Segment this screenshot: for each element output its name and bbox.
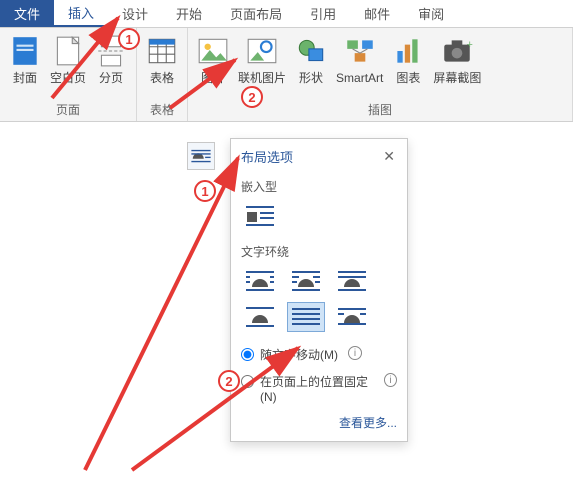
section-wrap-label: 文字环绕 bbox=[241, 243, 397, 260]
group-pages: 封面 空白页 分页 页面 bbox=[0, 28, 137, 121]
annotation-badge-top-1: 1 bbox=[118, 28, 140, 50]
shapes-icon bbox=[294, 34, 328, 68]
tab-design[interactable]: 设计 bbox=[108, 0, 162, 27]
group-tables: 表格 表格 bbox=[137, 28, 188, 121]
chart-icon bbox=[391, 34, 425, 68]
radio-label: 在页面上的位置固定(N) bbox=[260, 373, 374, 404]
cmd-table[interactable]: 表格 bbox=[141, 30, 183, 87]
cmd-shapes[interactable]: 形状 bbox=[290, 30, 332, 87]
see-more-link[interactable]: 查看更多... bbox=[241, 414, 397, 431]
panel-title: 布局选项 bbox=[241, 147, 293, 166]
wrap-text-icon bbox=[190, 147, 212, 165]
cmd-label: 联机图片 bbox=[238, 71, 286, 85]
tab-file[interactable]: 文件 bbox=[0, 0, 54, 27]
cmd-label: 分页 bbox=[99, 71, 123, 85]
radio-fixed-on-page[interactable]: 在页面上的位置固定(N) i bbox=[241, 373, 397, 404]
radio-move-input[interactable] bbox=[241, 348, 254, 361]
svg-text:+: + bbox=[467, 39, 473, 51]
group-label-pages: 页面 bbox=[4, 99, 132, 121]
smartart-icon bbox=[343, 34, 377, 68]
radio-fixed-input[interactable] bbox=[241, 375, 254, 388]
wrap-square[interactable] bbox=[241, 266, 279, 296]
cmd-smartart[interactable]: SmartArt bbox=[332, 30, 387, 87]
cmd-screenshot[interactable]: + 屏幕截图 bbox=[429, 30, 485, 87]
tab-references[interactable]: 引用 bbox=[296, 0, 350, 27]
wrap-inline[interactable] bbox=[241, 201, 279, 231]
cmd-label: 图片 bbox=[201, 71, 225, 85]
wrap-behind[interactable] bbox=[287, 302, 325, 332]
info-icon[interactable]: i bbox=[348, 346, 362, 360]
picture-icon bbox=[196, 34, 230, 68]
layout-options-bubble[interactable] bbox=[187, 142, 215, 170]
section-inline-label: 嵌入型 bbox=[241, 178, 397, 195]
cmd-label: 表格 bbox=[150, 71, 174, 85]
wrap-infront[interactable] bbox=[333, 302, 371, 332]
table-icon bbox=[145, 34, 179, 68]
info-icon[interactable]: i bbox=[384, 373, 397, 387]
cmd-label: 形状 bbox=[299, 71, 323, 85]
cmd-cover-page[interactable]: 封面 bbox=[4, 30, 46, 87]
close-icon[interactable]: ✕ bbox=[381, 148, 397, 165]
radio-label: 随文字移动(M) bbox=[260, 346, 338, 363]
group-label-tables: 表格 bbox=[141, 99, 183, 121]
tab-review[interactable]: 审阅 bbox=[404, 0, 458, 27]
ribbon-body: 封面 空白页 分页 页面 表格 bbox=[0, 28, 573, 122]
blank-page-icon bbox=[51, 34, 85, 68]
tab-insert[interactable]: 插入 bbox=[54, 0, 108, 27]
cmd-label: 空白页 bbox=[50, 71, 86, 85]
cmd-online-picture[interactable]: 联机图片 bbox=[234, 30, 290, 87]
online-picture-icon bbox=[245, 34, 279, 68]
screenshot-icon: + bbox=[440, 34, 474, 68]
cmd-label: 图表 bbox=[396, 71, 420, 85]
cmd-label: 屏幕截图 bbox=[433, 71, 481, 85]
layout-options-panel: 布局选项 ✕ 嵌入型 文字环绕 随文字移动(M) bbox=[230, 138, 408, 442]
position-radios: 随文字移动(M) i 在页面上的位置固定(N) i bbox=[241, 346, 397, 404]
cmd-picture[interactable]: 图片 bbox=[192, 30, 234, 87]
cmd-label: SmartArt bbox=[336, 71, 383, 85]
tab-home[interactable]: 开始 bbox=[162, 0, 216, 27]
annotation-badge-top-2: 2 bbox=[241, 86, 263, 108]
cmd-chart[interactable]: 图表 bbox=[387, 30, 429, 87]
wrap-topbottom[interactable] bbox=[241, 302, 279, 332]
ribbon-tabs: 文件 插入 设计 开始 页面布局 引用 邮件 审阅 bbox=[0, 0, 573, 28]
wrap-tight[interactable] bbox=[287, 266, 325, 296]
tab-page-layout[interactable]: 页面布局 bbox=[216, 0, 296, 27]
annotation-badge-panel-2: 2 bbox=[218, 370, 240, 392]
annotation-badge-panel-1: 1 bbox=[194, 180, 216, 202]
wrap-through[interactable] bbox=[333, 266, 371, 296]
cmd-blank-page[interactable]: 空白页 bbox=[46, 30, 90, 87]
tab-mail[interactable]: 邮件 bbox=[350, 0, 404, 27]
cover-page-icon bbox=[8, 34, 42, 68]
cmd-label: 封面 bbox=[13, 71, 37, 85]
group-illustrations: 图片 联机图片 形状 SmartArt bbox=[188, 28, 573, 121]
radio-move-with-text[interactable]: 随文字移动(M) i bbox=[241, 346, 397, 363]
